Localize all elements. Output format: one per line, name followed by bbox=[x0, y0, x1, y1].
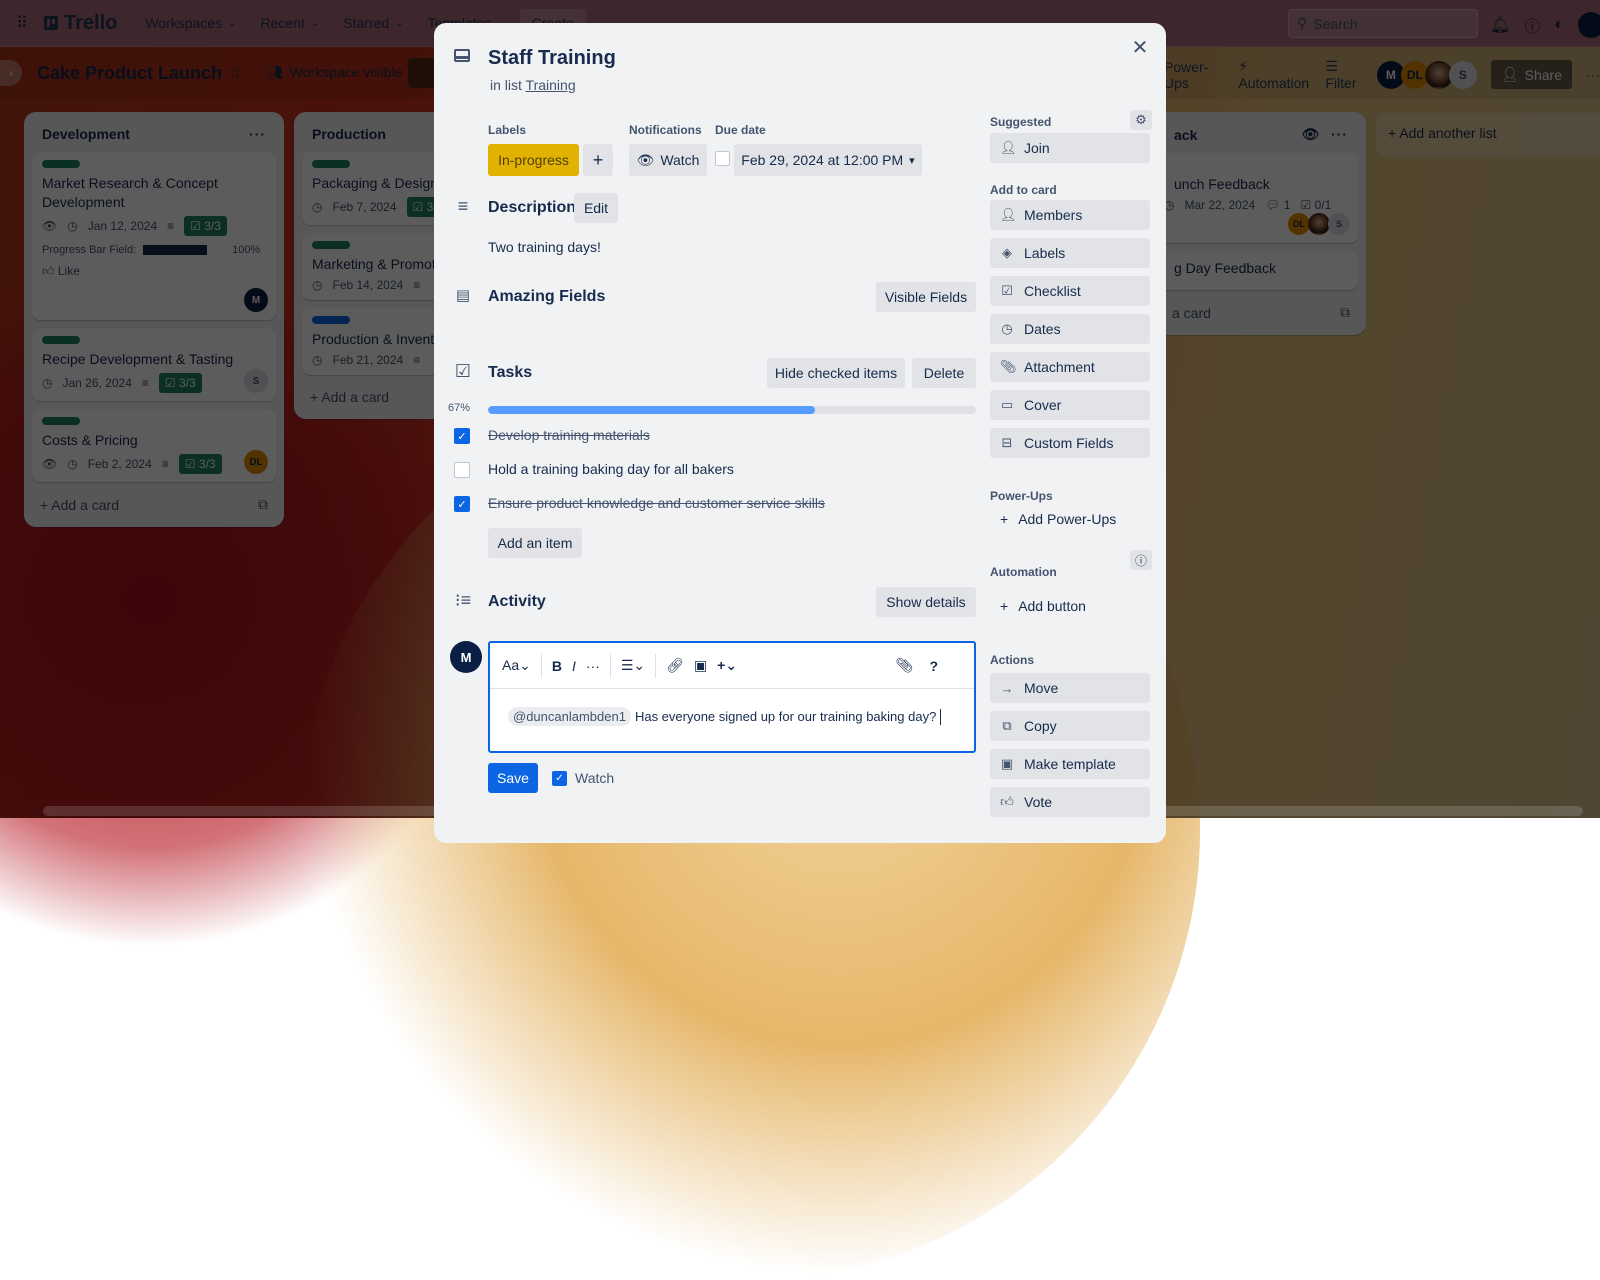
thumbs-up-icon: 👍︎ bbox=[1000, 794, 1014, 810]
italic-button[interactable]: I bbox=[572, 658, 576, 674]
checklist-item-checkbox[interactable]: ✓ bbox=[454, 428, 470, 444]
toolbar-divider bbox=[655, 654, 656, 678]
list-button[interactable]: ☰⌄ bbox=[621, 657, 645, 674]
text-cursor bbox=[940, 709, 941, 725]
custom-fields-icon: ⊟ bbox=[1000, 435, 1014, 451]
show-details-button[interactable]: Show details bbox=[876, 587, 976, 617]
cover-button[interactable]: ▭Cover bbox=[990, 390, 1150, 420]
description-heading: Description bbox=[488, 199, 576, 217]
person-icon: 👤︎ bbox=[1000, 140, 1014, 156]
make-template-button[interactable]: ▣Make template bbox=[990, 749, 1150, 779]
comment-input[interactable]: @duncanlambden1 Has everyone signed up f… bbox=[490, 689, 974, 744]
edit-description-button[interactable]: Edit bbox=[574, 193, 618, 223]
visible-fields-button[interactable]: Visible Fields bbox=[876, 282, 976, 312]
join-button[interactable]: 👤︎Join bbox=[990, 133, 1150, 163]
comment-text: Has everyone signed up for our training … bbox=[635, 709, 936, 724]
automation-heading: Automation bbox=[990, 565, 1057, 579]
eye-icon: 👁︎ bbox=[637, 152, 655, 169]
toolbar-divider bbox=[610, 654, 611, 678]
delete-checklist-button[interactable]: Delete bbox=[912, 358, 976, 388]
watch-checkbox[interactable]: ✓Watch bbox=[552, 770, 614, 786]
checklist-progress-fill bbox=[488, 406, 815, 414]
checklist-item[interactable]: Develop training materials bbox=[488, 427, 650, 443]
checkbox-checked-icon: ✓ bbox=[552, 771, 567, 786]
editor-toolbar: Aa⌄ B I ··· ☰⌄ 🔗︎ ▣ +⌄ 📎︎ ? bbox=[490, 643, 974, 689]
help-button[interactable]: ? bbox=[929, 658, 938, 674]
labels-button[interactable]: ◈Labels bbox=[990, 238, 1150, 268]
hide-checked-button[interactable]: Hide checked items bbox=[767, 358, 905, 388]
dates-button[interactable]: ◷Dates bbox=[990, 314, 1150, 344]
attachment-button[interactable]: 📎︎Attachment bbox=[990, 352, 1150, 382]
info-icon[interactable]: ⓘ bbox=[1130, 550, 1152, 570]
cover-icon: ▭ bbox=[1000, 397, 1014, 413]
checklist-percent: 67% bbox=[448, 402, 470, 414]
activity-icon: ⁝≡ bbox=[454, 590, 472, 611]
add-label-button[interactable]: + bbox=[583, 144, 613, 176]
list-link[interactable]: Training bbox=[526, 77, 576, 93]
activity-heading: Activity bbox=[488, 593, 546, 611]
card-detail-modal: ✕ Staff Training in list Training Labels… bbox=[434, 23, 1166, 843]
person-icon: 👤︎ bbox=[1000, 207, 1014, 223]
checklist-item[interactable]: Ensure product knowledge and customer se… bbox=[488, 495, 825, 511]
add-button-button[interactable]: +Add button bbox=[990, 591, 1150, 621]
mention-chip[interactable]: @duncanlambden1 bbox=[508, 707, 631, 726]
due-complete-checkbox[interactable] bbox=[715, 151, 730, 166]
notifications-heading: Notifications bbox=[629, 123, 702, 137]
due-date-button[interactable]: Feb 29, 2024 at 12:00 PM▾ bbox=[734, 144, 922, 176]
description-icon: ≡ bbox=[454, 196, 472, 217]
insert-button[interactable]: +⌄ bbox=[717, 657, 737, 674]
checklist-icon: ☑ bbox=[1000, 283, 1014, 299]
checklist-button[interactable]: ☑Checklist bbox=[990, 276, 1150, 306]
checklist-heading[interactable]: Tasks bbox=[488, 364, 532, 382]
add-power-ups-button[interactable]: +Add Power-Ups bbox=[990, 504, 1150, 534]
link-icon[interactable]: 🔗︎ bbox=[666, 657, 684, 674]
fields-heading: Amazing Fields bbox=[488, 288, 605, 306]
chevron-down-icon: ▾ bbox=[909, 154, 915, 167]
checklist-item-checkbox[interactable]: ✓ bbox=[454, 496, 470, 512]
save-button[interactable]: Save bbox=[488, 763, 538, 793]
template-icon: ▣ bbox=[1000, 756, 1014, 772]
checklist-item-checkbox[interactable] bbox=[454, 462, 470, 478]
avatar: M bbox=[450, 641, 482, 673]
paperclip-icon: 📎︎ bbox=[1000, 359, 1014, 375]
actions-heading: Actions bbox=[990, 653, 1034, 667]
more-formatting-button[interactable]: ··· bbox=[586, 658, 600, 674]
arrow-right-icon: → bbox=[1000, 681, 1014, 696]
fields-icon: ▤ bbox=[454, 286, 472, 304]
suggested-heading: Suggested bbox=[990, 115, 1051, 129]
add-item-button[interactable]: Add an item bbox=[488, 528, 582, 558]
add-to-card-heading: Add to card bbox=[990, 183, 1057, 197]
power-ups-heading: Power-Ups bbox=[990, 489, 1053, 503]
close-icon[interactable]: ✕ bbox=[1128, 35, 1152, 59]
watch-button[interactable]: 👁︎Watch bbox=[629, 144, 707, 176]
gear-icon[interactable]: ⚙ bbox=[1130, 110, 1152, 130]
checklist-item[interactable]: Hold a training baking day for all baker… bbox=[488, 461, 734, 477]
card-title[interactable]: Staff Training bbox=[488, 47, 616, 70]
label-in-progress[interactable]: In-progress bbox=[488, 144, 579, 176]
text-style-button[interactable]: Aa⌄ bbox=[502, 657, 531, 674]
plus-icon: + bbox=[1000, 598, 1008, 614]
description-text[interactable]: Two training days! bbox=[488, 239, 601, 255]
bold-button[interactable]: B bbox=[552, 658, 562, 674]
card-icon bbox=[454, 49, 470, 62]
copy-icon: ⧉ bbox=[1000, 718, 1014, 734]
tag-icon: ◈ bbox=[1000, 245, 1014, 261]
members-button[interactable]: 👤︎Members bbox=[990, 200, 1150, 230]
due-date-heading: Due date bbox=[715, 123, 766, 137]
checklist-icon: ☑ bbox=[454, 361, 472, 382]
in-list-text: in list Training bbox=[490, 77, 576, 93]
comment-editor[interactable]: Aa⌄ B I ··· ☰⌄ 🔗︎ ▣ +⌄ 📎︎ ? @duncanlambd… bbox=[488, 641, 976, 753]
copy-button[interactable]: ⧉Copy bbox=[990, 711, 1150, 741]
paperclip-icon[interactable]: 📎︎ bbox=[896, 657, 914, 674]
image-icon[interactable]: ▣ bbox=[694, 657, 707, 674]
labels-heading: Labels bbox=[488, 123, 526, 137]
custom-fields-button[interactable]: ⊟Custom Fields bbox=[990, 428, 1150, 458]
vote-button[interactable]: 👍︎Vote bbox=[990, 787, 1150, 817]
move-button[interactable]: →Move bbox=[990, 673, 1150, 703]
toolbar-divider bbox=[541, 654, 542, 678]
checklist-progress-bar bbox=[488, 406, 976, 414]
clock-icon: ◷ bbox=[1000, 321, 1014, 337]
plus-icon: + bbox=[1000, 511, 1008, 527]
